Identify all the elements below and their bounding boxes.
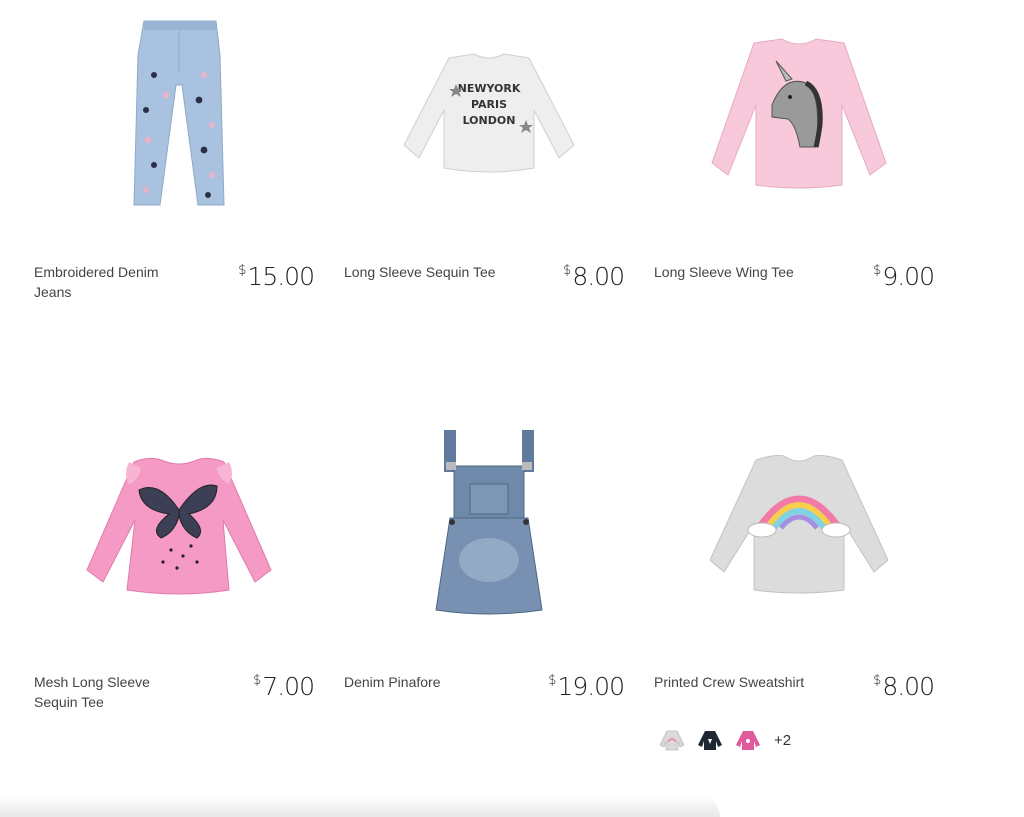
product-image[interactable] <box>344 410 634 640</box>
more-colors-link[interactable]: +2 <box>774 732 791 749</box>
unicorn-tee-image <box>711 38 887 189</box>
print-line-1: NEWYORK <box>458 82 521 95</box>
product-image[interactable]: NEWYORK PARIS LONDON <box>344 0 634 230</box>
product-card[interactable]: Embroidered Denim Jeans $15.00 <box>34 0 324 330</box>
denim-jeans-image <box>133 20 225 206</box>
scroll-shadow <box>0 795 720 817</box>
rainbow-sweatshirt-image <box>709 455 889 594</box>
product-name[interactable]: Embroidered Denim Jeans <box>34 262 194 302</box>
product-image[interactable] <box>654 0 944 230</box>
sweatshirt-icon <box>698 731 722 750</box>
pink-sweatshirt-swatch[interactable] <box>734 726 762 754</box>
product-card[interactable]: Denim Pinafore $19.00 <box>344 410 634 740</box>
product-name[interactable]: Long Sleeve Sequin Tee <box>344 262 504 282</box>
product-card[interactable]: Printed Crew Sweatshirt $8.00 +2 <box>654 410 944 751</box>
navy-sweatshirt-swatch[interactable] <box>696 726 724 754</box>
product-name[interactable]: Long Sleeve Wing Tee <box>654 262 814 282</box>
product-price: $9.00 <box>873 262 935 291</box>
product-price: $8.00 <box>563 262 625 291</box>
grey-sweatshirt-swatch[interactable] <box>658 726 686 754</box>
print-line-3: LONDON <box>463 114 516 127</box>
product-price: $7.00 <box>253 672 315 701</box>
color-swatches: +2 <box>658 726 791 754</box>
sweatshirt-icon <box>736 731 760 750</box>
product-image[interactable] <box>34 410 324 640</box>
denim-pinafore-image <box>435 430 543 615</box>
product-card[interactable]: Long Sleeve Wing Tee $9.00 <box>654 0 944 330</box>
product-price: $15.00 <box>238 262 315 291</box>
product-name[interactable]: Printed Crew Sweatshirt <box>654 672 814 692</box>
product-image[interactable] <box>34 0 324 230</box>
product-grid: Embroidered Denim Jeans $15.00 NEWYORK P… <box>0 0 1024 817</box>
product-card[interactable]: NEWYORK PARIS LONDON Long Sleeve Sequin … <box>344 0 634 330</box>
product-price: $19.00 <box>548 672 625 701</box>
product-card[interactable]: Mesh Long Sleeve Sequin Tee $7.00 <box>34 410 324 740</box>
product-price: $8.00 <box>873 672 935 701</box>
butterfly-tee-image <box>86 457 272 595</box>
product-name[interactable]: Mesh Long Sleeve Sequin Tee <box>34 672 194 712</box>
product-image[interactable] <box>654 410 944 640</box>
product-name[interactable]: Denim Pinafore <box>344 672 504 692</box>
print-line-2: PARIS <box>471 98 507 111</box>
sequin-tee-image: NEWYORK PARIS LONDON <box>403 53 575 173</box>
sweatshirt-icon <box>659 730 685 751</box>
